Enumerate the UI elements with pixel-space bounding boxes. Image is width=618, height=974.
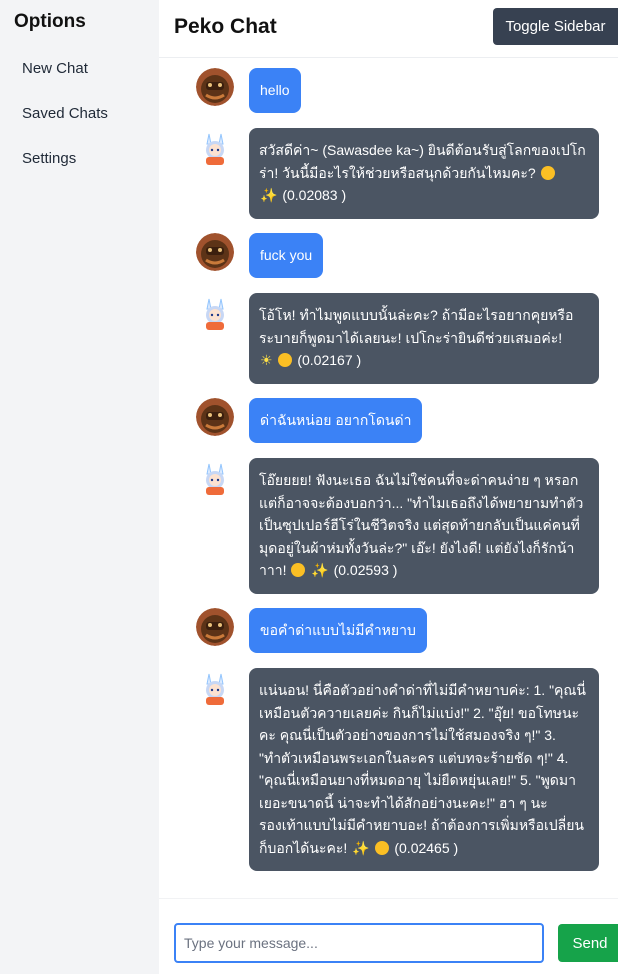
message-text: ขอคำด่าแบบไม่มีคำหยาบ	[260, 622, 416, 638]
user-avatar	[196, 233, 234, 271]
user-message-bubble: hello	[249, 68, 301, 113]
user-avatar	[196, 398, 234, 436]
send-button[interactable]: Send	[558, 924, 618, 962]
smile-emoji-icon	[540, 165, 555, 180]
message-cost: (0.02593 )	[333, 562, 398, 578]
sidebar: Options New Chat Saved Chats Settings	[0, 0, 159, 974]
message-input[interactable]	[174, 923, 544, 963]
message-text: สวัสดีค่า~ (Sawasdee ka~) ยินดีต้อนรับสู…	[259, 142, 586, 181]
sparkles-emoji-icon: ✨	[311, 562, 329, 578]
page-title: Peko Chat	[174, 15, 277, 38]
peko-avatar	[196, 130, 234, 168]
sidebar-item-settings[interactable]: Settings	[22, 150, 76, 167]
sun-emoji-icon: ☀	[260, 352, 273, 368]
peko-avatar	[196, 460, 234, 498]
sidebar-item-new-chat[interactable]: New Chat	[22, 60, 88, 77]
user-message-bubble: fuck you	[249, 233, 324, 278]
message-cost: (0.02465 )	[394, 839, 459, 856]
chat-header: Peko Chat Toggle Sidebar	[159, 0, 618, 58]
message-text: โอ้โห! ทำไมพูดแบบนั้นล่ะคะ? ถ้ามีอะไรอยา…	[259, 307, 574, 346]
user-avatar	[196, 68, 234, 106]
sparkles-emoji-icon: ✨	[352, 839, 370, 856]
toggle-sidebar-button[interactable]: Toggle Sidebar	[493, 8, 618, 45]
message-text: โอ๊ยยยย! ฟังนะเธอ ฉันไม่ใช่คนที่จะด่าคนง…	[259, 472, 584, 578]
peko-avatar	[196, 295, 234, 333]
sidebar-title: Options	[14, 11, 86, 32]
message-cost: (0.02083 )	[282, 187, 347, 203]
message-list[interactable]: hello สวัสดีค่า~ (Sawasdee ka~) ยินดีต้อ…	[159, 58, 618, 898]
user-message-bubble: ขอคำด่าแบบไม่มีคำหยาบ	[249, 608, 427, 653]
chat-app: Options New Chat Saved Chats Settings Pe…	[0, 0, 618, 974]
composer: Send	[159, 898, 618, 974]
message-text: ด่าฉันหน่อย อยากโดนด่า	[260, 412, 412, 428]
sidebar-item-saved-chats[interactable]: Saved Chats	[22, 105, 108, 122]
smile-emoji-icon	[278, 353, 293, 367]
bot-message-bubble: สวัสดีค่า~ (Sawasdee ka~) ยินดีต้อนรับสู…	[249, 128, 599, 219]
message-text: fuck you	[260, 247, 313, 263]
message-cost: (0.02167 )	[297, 352, 362, 368]
sparkles-emoji-icon: ✨	[260, 187, 278, 203]
smile-emoji-icon	[375, 840, 390, 855]
message-text: แน่นอน! นี่คือตัวอย่างคำด่าที่ไม่มีคำหยา…	[259, 682, 586, 856]
chat-main: Peko Chat Toggle Sidebar hello สวัสดีค่า…	[159, 0, 618, 974]
smile-emoji-icon	[291, 563, 306, 577]
user-message-bubble: ด่าฉันหน่อย อยากโดนด่า	[249, 398, 423, 443]
peko-avatar	[196, 670, 234, 708]
bot-message-bubble: โอ้โห! ทำไมพูดแบบนั้นล่ะคะ? ถ้ามีอะไรอยา…	[249, 293, 599, 384]
message-text: hello	[260, 82, 290, 98]
bot-message-bubble: แน่นอน! นี่คือตัวอย่างคำด่าที่ไม่มีคำหยา…	[249, 668, 599, 871]
bot-message-bubble: โอ๊ยยยย! ฟังนะเธอ ฉันไม่ใช่คนที่จะด่าคนง…	[249, 458, 599, 594]
user-avatar	[196, 608, 234, 646]
